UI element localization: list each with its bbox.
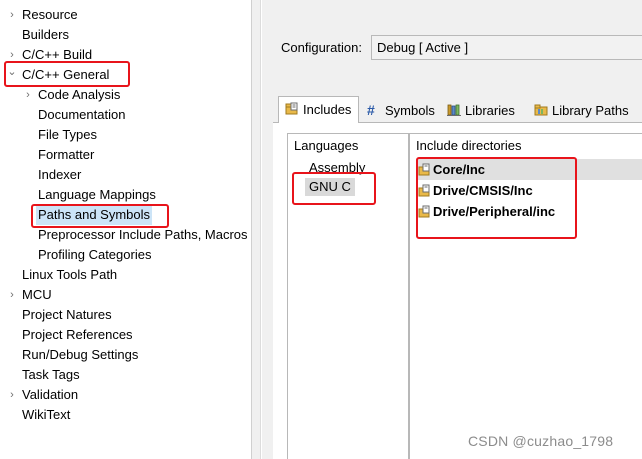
tree-item-label: Linux Tools Path: [22, 267, 118, 282]
chevron-right-icon[interactable]: ›: [6, 285, 18, 305]
include-dir-path: Core/Inc: [433, 162, 486, 177]
tree-item-label: Project Natures: [22, 307, 112, 322]
tree-item-label: Paths and Symbols: [36, 205, 153, 225]
preferences-tree: › Resource Builders › C/C++ Build ⌄ C/C+…: [0, 0, 251, 459]
tab-includes[interactable]: Includes: [278, 96, 359, 123]
include-dir-path: Drive/CMSIS/Inc: [433, 183, 533, 198]
tree-item-label: C/C++ Build: [22, 47, 93, 62]
tab-label: Symbols: [385, 103, 435, 118]
languages-header: Languages: [294, 138, 359, 153]
libraries-icon: [447, 104, 461, 116]
tree-item-label: Language Mappings: [38, 187, 156, 202]
languages-list[interactable]: Languages Assembly GNU C: [287, 133, 409, 459]
tree-item-label: Builders: [22, 27, 69, 42]
include-folder-icon: [418, 163, 430, 176]
splitter-sash[interactable]: [252, 0, 261, 459]
chevron-right-icon[interactable]: ›: [6, 5, 18, 25]
tab-strip: Includes # Symbols Libraries Library Pat…: [273, 96, 642, 124]
tab-libraries[interactable]: Libraries: [441, 98, 527, 123]
tab-library-paths[interactable]: Library Paths: [528, 98, 642, 123]
include-folder-icon: [418, 205, 430, 218]
include-dir-path: Drive/Peripheral/inc: [433, 204, 556, 219]
include-directories-header: Include directories: [416, 138, 522, 153]
tree-item-label: Preprocessor Include Paths, Macros: [38, 227, 248, 242]
tab-label: Libraries: [465, 103, 515, 118]
include-directories-list[interactable]: Include directories Core/Inc Drive/CMSIS…: [409, 133, 642, 459]
tab-symbols[interactable]: # Symbols: [361, 98, 441, 123]
chevron-right-icon[interactable]: ›: [6, 385, 18, 405]
tree-item-label: WikiText: [22, 407, 71, 422]
tree-item-label: Project References: [22, 327, 133, 342]
language-item-assembly[interactable]: Assembly: [305, 159, 369, 177]
language-item-gnu-c[interactable]: GNU C: [305, 178, 355, 196]
include-dir-row[interactable]: Core/Inc: [416, 159, 642, 180]
tree-item-label: Run/Debug Settings: [22, 347, 139, 362]
tree-item-label: File Types: [38, 127, 98, 142]
configuration-label: Configuration:: [281, 40, 362, 55]
tree-item-label: MCU: [22, 287, 52, 302]
tree-item-label: Validation: [22, 387, 79, 402]
tree-item-label: Indexer: [38, 167, 82, 182]
tree-item-label: Task Tags: [22, 367, 80, 382]
tree-item-label: C/C++ General: [22, 67, 110, 82]
library-paths-icon: [534, 104, 548, 116]
include-folder-icon: [418, 184, 430, 197]
chevron-down-icon[interactable]: ⌄: [6, 62, 18, 82]
watermark-text: CSDN @cuzhao_1798: [468, 433, 614, 449]
tree-item-label: Documentation: [38, 107, 126, 122]
tab-label: Includes: [303, 102, 352, 117]
tab-label: Library Paths: [552, 103, 629, 118]
include-dir-row[interactable]: Drive/Peripheral/inc: [416, 201, 642, 222]
tree-item-label: Resource: [22, 7, 78, 22]
tree-item-label: Profiling Categories: [38, 247, 152, 262]
include-dir-row[interactable]: Drive/CMSIS/Inc: [416, 180, 642, 201]
includes-icon: [285, 102, 298, 115]
configuration-select[interactable]: Debug [ Active ]: [371, 35, 642, 60]
chevron-right-icon[interactable]: ›: [22, 85, 34, 105]
tree-item-label: Code Analysis: [38, 87, 121, 102]
symbols-hash-icon: #: [367, 102, 375, 118]
tree-item-label: Formatter: [38, 147, 95, 162]
